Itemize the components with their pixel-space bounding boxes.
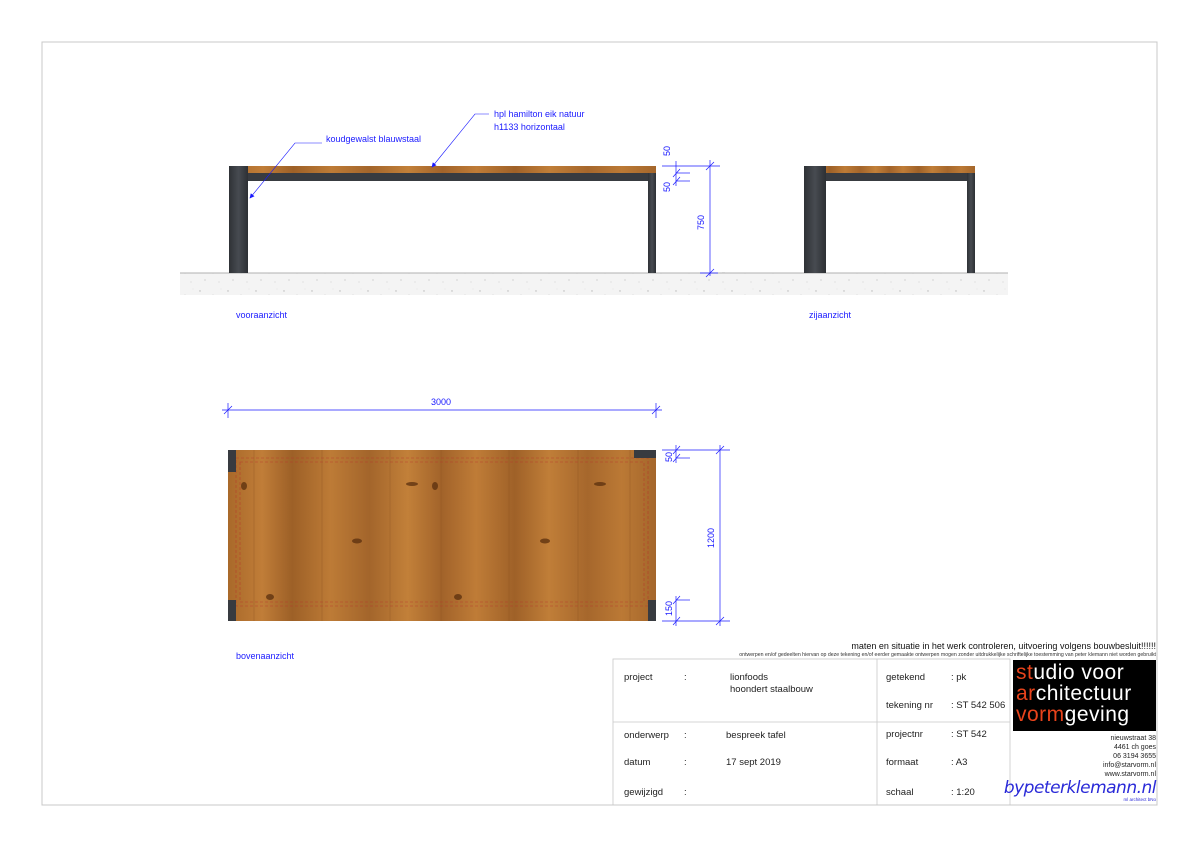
dim-top-overhang: 50 [664,451,674,462]
view-label-top: bovenaanzicht [236,651,295,661]
leg-corner-bl [228,600,236,621]
notice-main: maten en situatie in het werk controlere… [851,641,1156,651]
studio-signature-sub: ml architect bNo [1123,797,1156,802]
logo-rest-3: geving [1064,703,1130,726]
leg-corner-tr [634,450,656,458]
logo-line-1: studio voor [1016,661,1125,684]
logo-rest-2: chitectuur [1035,682,1132,705]
tb-onderwerp-colon: : [684,730,687,741]
tb-project-value-1: lionfoods [730,672,769,683]
leg-left-front [229,166,248,273]
table-top-plan [228,450,656,621]
label-hpl-2: h1133 horizontaal [494,122,565,132]
tb-formaat-label: formaat [886,757,919,768]
dim-height: 750 [696,214,706,230]
logo-accent-1: st [1016,661,1034,684]
dimensions-front [662,160,720,278]
ground-slab-front [180,273,725,295]
view-label-front: vooraanzicht [236,310,288,320]
ground-slab-side [722,273,1008,295]
tb-formaat-value: : A3 [951,757,968,768]
tb-schaal-label: schaal [886,787,914,798]
studio-signature: bypeterklemann.nl [1003,778,1157,798]
studio-email[interactable]: info@starvorm.nl [1103,762,1156,769]
tb-project-colon: : [684,672,687,683]
tb-project-label: project [624,672,653,683]
logo-accent-3: vorm [1016,703,1065,726]
tb-schaal-value: : 1:20 [951,787,975,798]
studio-logo: studio voor architectuur vormgeving [1013,660,1156,731]
leg-corner-br [648,600,656,621]
studio-web[interactable]: www.starvorm.nl [1105,771,1156,778]
label-hpl-1: hpl hamilton eik natuur [494,109,585,119]
frame-rail-front [229,173,656,181]
dim-top-thickness: 50 [662,145,672,156]
tb-gewijzigd-label: gewijzigd [624,787,664,798]
logo-rest-1: udio voor [1033,661,1125,684]
tb-datum-value: 17 sept 2019 [726,757,781,768]
tb-tekening-value: : ST 542 506 [951,700,1006,711]
annotation-leaders [249,113,489,199]
leg-left-side [804,166,826,273]
front-view [180,166,725,295]
dim-width: 1200 [706,527,716,548]
side-view [722,166,1008,295]
dim-bottom-inset: 150 [664,600,674,616]
view-label-side: zijaanzicht [809,310,852,320]
tb-projectnr-value: : ST 542 [951,729,987,740]
notice-small: ontwerpen en/of gedeelten hiervan op dez… [739,652,1156,658]
tb-datum-label: datum [624,757,651,768]
label-steel: koudgewalst blauwstaal [326,134,422,144]
dimensions-top [662,445,730,626]
frame-rail-side [804,173,975,181]
studio-address-1: nieuwstraat 38 [1110,735,1156,742]
sheet-border [41,41,1158,806]
logo-line-2: architectuur [1016,682,1132,705]
leg-right-side [967,173,975,273]
tb-gewijzigd-colon: : [684,787,687,798]
table-top-front [229,166,656,173]
logo-line-3: vormgeving [1016,703,1130,726]
studio-phone: 06 3194 3655 [1113,753,1156,760]
tb-onderwerp-label: onderwerp [624,730,669,741]
dim-frame-thickness: 50 [662,181,672,192]
dim-length: 3000 [431,397,452,407]
top-view [228,450,656,621]
tb-project-value-2: hoondert staalbouw [730,684,813,695]
studio-address-2: 4461 ch goes [1113,744,1156,751]
leg-right-front [648,173,656,273]
table-top-side [804,166,975,173]
leg-corner-tl [228,450,236,472]
tb-projectnr-label: projectnr [886,729,923,740]
tb-getekend-value: : pk [951,672,967,683]
tb-tekening-label: tekening nr [886,700,934,711]
logo-accent-2: ar [1016,682,1036,705]
tb-getekend-label: getekend [886,672,926,683]
tb-datum-colon: : [684,757,687,768]
tb-onderwerp-value: bespreek tafel [726,730,786,741]
